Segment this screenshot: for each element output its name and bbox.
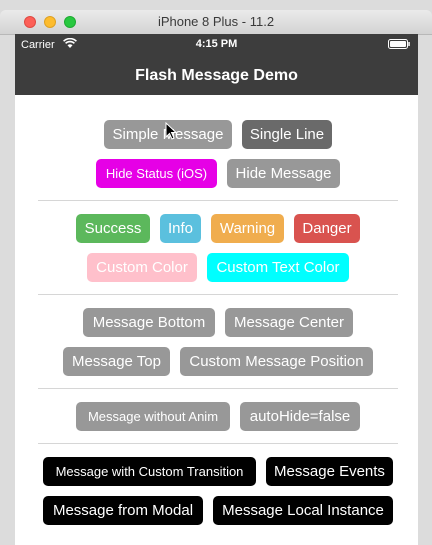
battery-icon xyxy=(388,39,410,49)
message-local-instance-button[interactable]: Message Local Instance xyxy=(213,496,393,525)
custom-color-button[interactable]: Custom Color xyxy=(87,253,197,282)
mouse-pointer-icon xyxy=(165,122,177,140)
warning-button[interactable]: Warning xyxy=(211,214,284,243)
message-center-button[interactable]: Message Center xyxy=(225,308,353,337)
simulator-window: iPhone 8 Plus - 11.2 Carrier 4:15 PM Fla… xyxy=(0,0,432,545)
section-divider xyxy=(38,388,398,389)
device-screen: Carrier 4:15 PM Flash Message Demo Simpl… xyxy=(15,34,418,545)
message-events-button[interactable]: Message Events xyxy=(266,457,393,486)
simulator-titlebar: iPhone 8 Plus - 11.2 xyxy=(0,10,432,35)
nav-title: Flash Message Demo xyxy=(135,67,298,84)
message-top-button[interactable]: Message Top xyxy=(63,347,170,376)
autohide-false-button[interactable]: autoHide=false xyxy=(240,402,360,431)
hide-status-button[interactable]: Hide Status (iOS) xyxy=(96,159,217,188)
danger-button[interactable]: Danger xyxy=(294,214,360,243)
success-button[interactable]: Success xyxy=(76,214,150,243)
message-without-anim-button[interactable]: Message without Anim xyxy=(76,402,230,431)
section-divider xyxy=(38,200,398,201)
hide-message-button[interactable]: Hide Message xyxy=(227,159,340,188)
custom-text-color-button[interactable]: Custom Text Color xyxy=(207,253,349,282)
simulator-title: iPhone 8 Plus - 11.2 xyxy=(157,14,275,29)
status-time: 4:15 PM xyxy=(195,38,238,50)
custom-message-position-button[interactable]: Custom Message Position xyxy=(180,347,373,376)
section-divider xyxy=(38,443,398,444)
message-bottom-button[interactable]: Message Bottom xyxy=(83,308,215,337)
custom-transition-button[interactable]: Message with Custom Transition xyxy=(43,457,256,486)
navigation-bar: Carrier 4:15 PM Flash Message Demo xyxy=(15,34,418,95)
section-divider xyxy=(38,294,398,295)
message-from-modal-button[interactable]: Message from Modal xyxy=(43,496,203,525)
single-line-button[interactable]: Single Line xyxy=(242,120,332,149)
info-button[interactable]: Info xyxy=(160,214,201,243)
